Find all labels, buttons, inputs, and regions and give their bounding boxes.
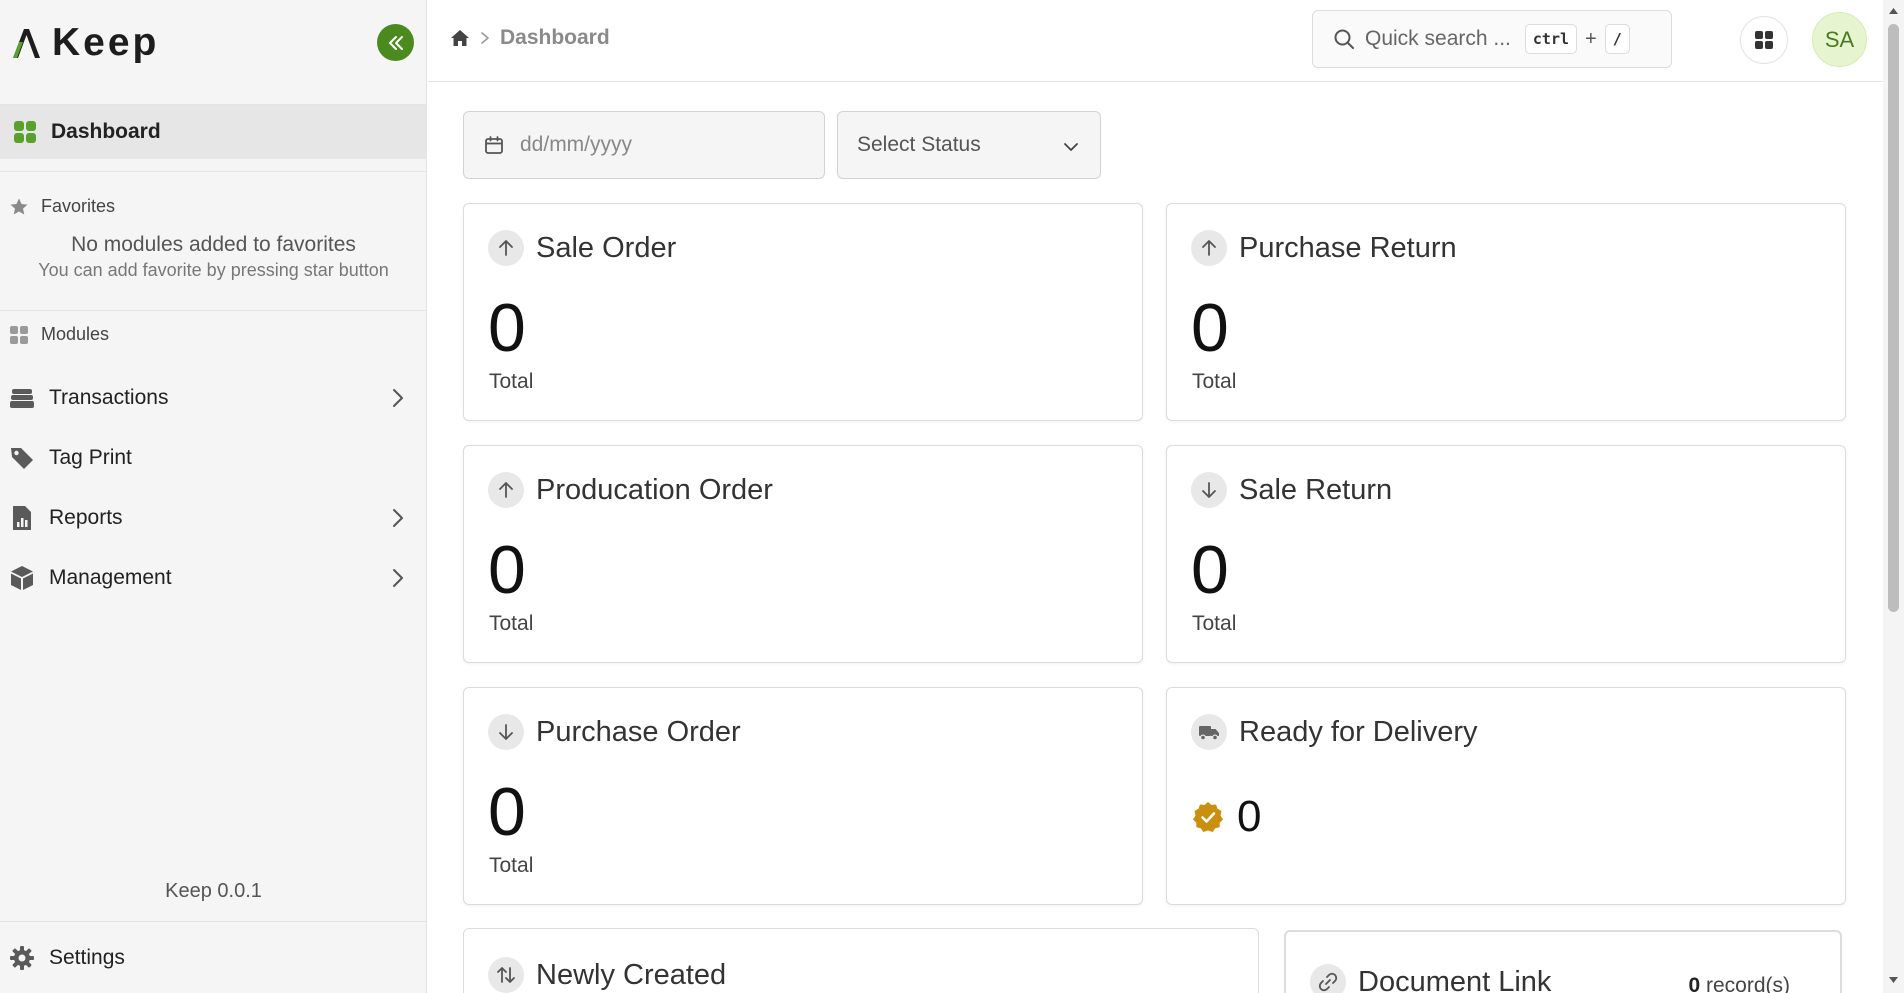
card-sub: Total (489, 612, 534, 635)
divider (0, 171, 427, 172)
arrow-up-icon (488, 230, 524, 266)
divider (0, 310, 427, 311)
favorites-header: Favorites (9, 196, 115, 217)
card-value: 0 (1191, 290, 1229, 366)
home-icon[interactable] (450, 28, 470, 48)
shortcut-key-ctrl: ctrl (1524, 24, 1578, 54)
date-placeholder: dd/mm/yyyy (520, 133, 633, 156)
arrow-down-icon (488, 714, 524, 750)
sidebar-item-dashboard[interactable]: Dashboard (0, 105, 427, 159)
chevron-down-icon (1064, 143, 1078, 151)
card-document-link[interactable]: Document Link 0 record(s) (1284, 930, 1842, 993)
report-icon (13, 506, 31, 530)
chevron-right-icon (393, 509, 403, 527)
sidebar-item-management[interactable]: Management (0, 552, 427, 604)
link-icon (1310, 964, 1346, 993)
sidebar: Keep Dashboard Favorites No modules adde… (0, 0, 427, 993)
card-value: 0 (1237, 792, 1262, 841)
modules-icon (10, 325, 28, 344)
scroll-up-arrow-icon[interactable] (1888, 6, 1899, 16)
chevron-right-icon (393, 389, 403, 407)
app-version: Keep 0.0.1 (165, 880, 262, 902)
layers-icon (10, 389, 34, 408)
breadcrumb: Dashboard (450, 26, 610, 50)
scrollbar-thumb[interactable] (1888, 24, 1899, 612)
star-icon (10, 198, 28, 214)
card-purchase-return[interactable]: Purchase Return 0 Total (1166, 203, 1846, 421)
search-icon (1334, 29, 1354, 49)
scroll-down-arrow-icon[interactable] (1888, 975, 1899, 985)
card-sub: Total (489, 854, 534, 877)
double-chevron-left-icon (388, 35, 403, 50)
calendar-icon (485, 136, 503, 154)
card-purchase-order[interactable]: Purchase Order 0 Total (463, 687, 1143, 905)
card-sub: Total (1192, 612, 1237, 635)
apps-button[interactable] (1740, 16, 1788, 64)
box-icon (11, 566, 33, 590)
user-avatar[interactable]: SA (1812, 12, 1867, 67)
search-placeholder: Quick search ... (1365, 27, 1511, 50)
arrow-up-icon (1191, 230, 1227, 266)
card-value: 0 (488, 774, 526, 850)
card-sub: Total (1192, 370, 1237, 393)
chevron-right-icon (481, 32, 489, 44)
chevron-right-icon (393, 569, 403, 587)
card-sale-order[interactable]: Sale Order 0 Total (463, 203, 1143, 421)
keep-logo-icon (13, 29, 40, 58)
card-sale-return[interactable]: Sale Return 0 Total (1166, 445, 1846, 663)
sidebar-item-reports[interactable]: Reports (0, 492, 427, 544)
favorites-empty-state: No modules added to favorites You can ad… (38, 233, 389, 280)
card-value: 0 (1191, 532, 1229, 608)
shortcut-plus: + (1585, 27, 1597, 50)
card-title: Ready for Delivery (1239, 715, 1478, 748)
breadcrumb-current: Dashboard (500, 26, 610, 49)
card-title: Newly Created (536, 958, 727, 991)
apps-grid-icon (1755, 31, 1773, 49)
card-title: Purchase Order (536, 715, 741, 748)
card-value: 0 (488, 532, 526, 608)
card-title: Document Link (1358, 965, 1552, 993)
verified-badge-icon (1193, 802, 1223, 832)
gear-icon (10, 945, 34, 970)
status-placeholder: Select Status (857, 133, 981, 156)
dashboard-icon (14, 121, 36, 143)
shortcut-key-slash: / (1604, 24, 1630, 54)
sidebar-item-settings[interactable]: Settings (0, 921, 427, 993)
card-title: Sale Return (1239, 473, 1393, 506)
quick-search[interactable]: Quick search ... ctrl + / (1312, 10, 1672, 68)
arrow-up-icon (488, 472, 524, 508)
sidebar-item-transactions[interactable]: Transactions (0, 372, 427, 424)
status-select[interactable]: Select Status (837, 111, 1101, 179)
truck-icon (1191, 714, 1227, 750)
card-sub: Total (489, 370, 534, 393)
page-scrollbar[interactable] (1883, 0, 1904, 993)
date-filter-input[interactable]: dd/mm/yyyy (463, 111, 825, 179)
sidebar-item-tag-print[interactable]: Tag Print (0, 432, 427, 484)
sort-arrows-icon (488, 957, 524, 993)
card-producation-order[interactable]: Producation Order 0 Total (463, 445, 1143, 663)
document-record-count: 0 record(s) (1688, 974, 1790, 993)
top-header: Dashboard Quick search ... ctrl + / SA (428, 0, 1883, 82)
card-value: 0 (488, 290, 526, 366)
sidebar-item-label: Dashboard (51, 120, 161, 143)
card-newly-created[interactable]: Newly Created (463, 928, 1259, 993)
card-ready-for-delivery[interactable]: Ready for Delivery 0 (1166, 687, 1846, 905)
collapse-sidebar-button[interactable] (377, 24, 414, 61)
tag-icon (11, 448, 33, 469)
card-title: Sale Order (536, 231, 677, 264)
brand: Keep (10, 20, 159, 66)
arrow-down-icon (1191, 472, 1227, 508)
modules-header: Modules (9, 324, 109, 345)
card-title: Purchase Return (1239, 231, 1457, 264)
card-title: Producation Order (536, 473, 773, 506)
brand-name: Keep (52, 21, 160, 64)
